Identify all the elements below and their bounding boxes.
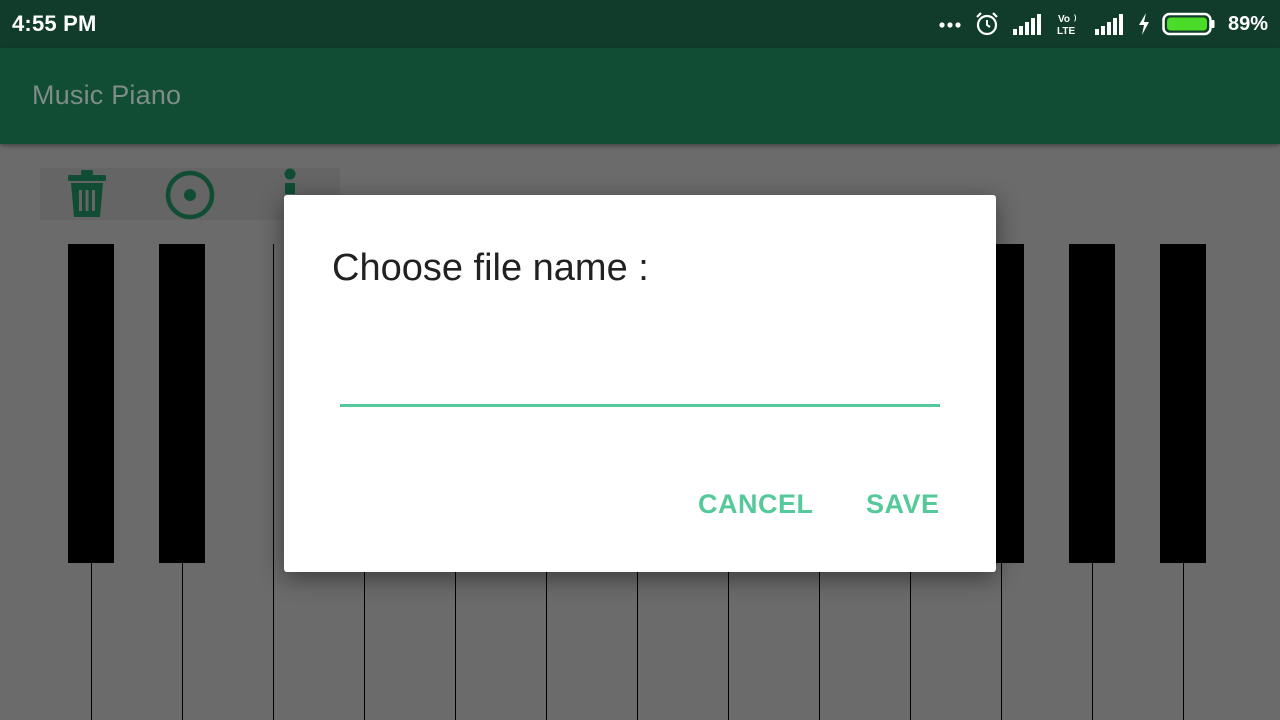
- save-button[interactable]: SAVE: [866, 489, 940, 520]
- file-name-input[interactable]: [340, 363, 940, 407]
- cancel-button[interactable]: CANCEL: [698, 489, 814, 520]
- dialog-title: Choose file name :: [332, 247, 649, 289]
- file-name-dialog: Choose file name : CANCEL SAVE: [284, 195, 996, 572]
